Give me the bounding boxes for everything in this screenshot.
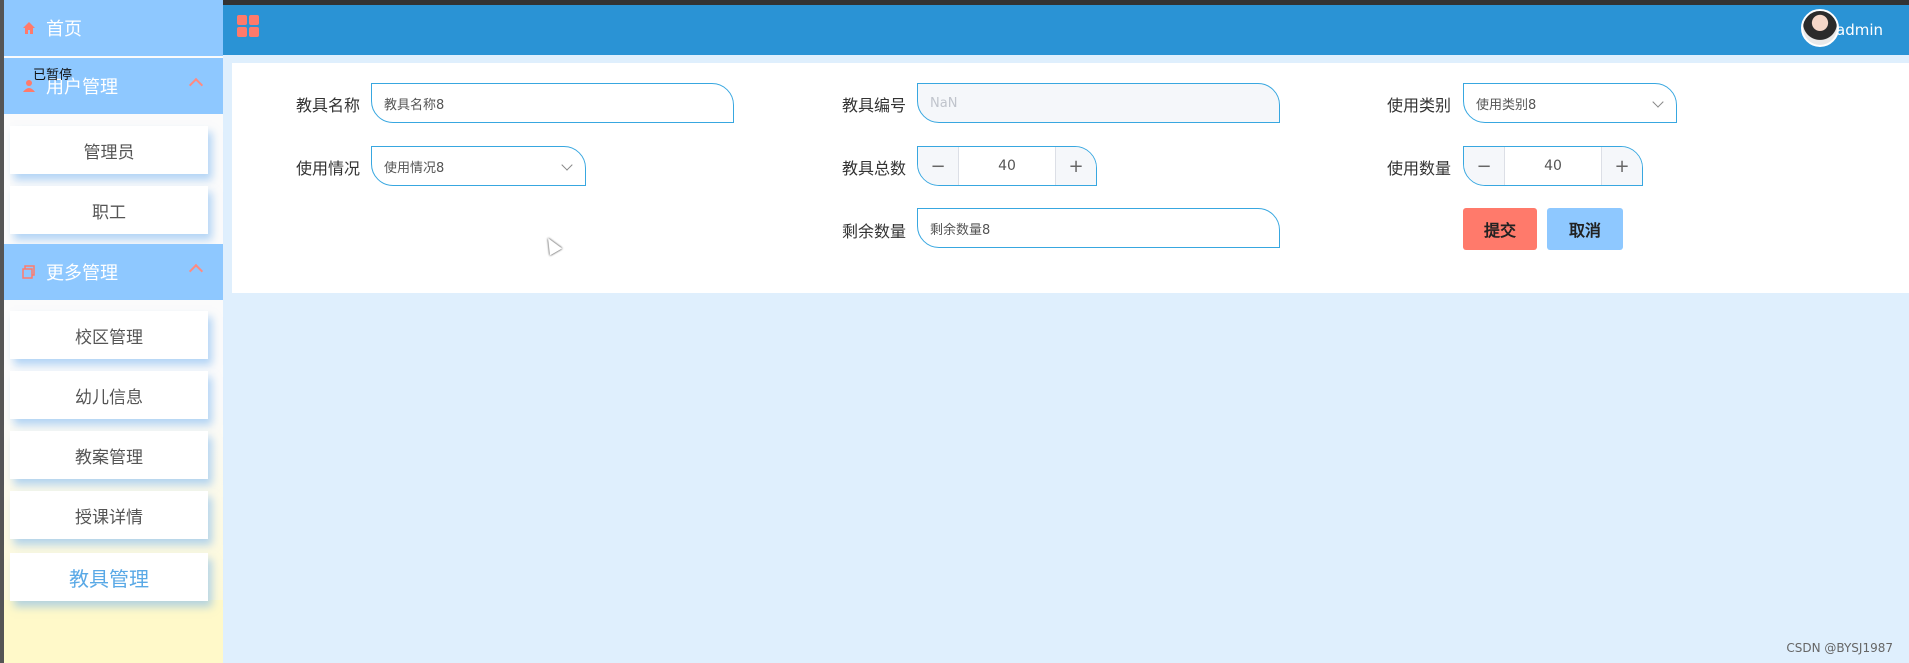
sidebar-group-more-management[interactable]: 更多管理 — [4, 244, 223, 300]
category-label: 使用类别 — [1386, 96, 1451, 115]
sidebar-item-label: 教具管理 — [69, 566, 149, 591]
submit-button[interactable]: 提交 — [1463, 208, 1537, 250]
sidebar-item-class-details[interactable]: 授课详情 — [10, 491, 208, 539]
sidebar-item-label: 首页 — [46, 19, 82, 40]
sidebar-item-label: 管理员 — [83, 142, 135, 163]
decrement-button[interactable]: − — [1464, 147, 1504, 185]
used-label: 使用数量 — [1386, 159, 1451, 178]
paused-tooltip: 已暂停 — [33, 68, 73, 83]
name-input[interactable]: 教具名称8 — [371, 83, 734, 123]
remain-label: 剩余数量 — [841, 222, 906, 241]
sidebar-footer — [4, 600, 223, 663]
user-name[interactable]: admin — [1836, 21, 1883, 39]
total-value[interactable]: 40 — [958, 147, 1056, 185]
chevron-down-icon — [1652, 96, 1664, 108]
cancel-button[interactable]: 取消 — [1547, 208, 1623, 250]
watermark: CSDN @BYSJ1987 — [1786, 641, 1893, 655]
sidebar-item-label: 教案管理 — [75, 447, 143, 468]
grid-icon[interactable] — [237, 15, 259, 37]
home-icon — [23, 22, 35, 34]
decrement-button[interactable]: − — [918, 147, 958, 185]
increment-button[interactable]: + — [1056, 147, 1096, 185]
chevron-up-icon — [188, 263, 204, 279]
code-label: 教具编号 — [841, 96, 906, 115]
category-select[interactable]: 使用类别8 — [1463, 83, 1677, 123]
sidebar-item-campus[interactable]: 校区管理 — [10, 311, 208, 359]
sidebar-item-children[interactable]: 幼儿信息 — [10, 371, 208, 419]
total-stepper[interactable]: − 40 + — [917, 146, 1097, 186]
avatar[interactable] — [1801, 9, 1839, 47]
sidebar-item-label: 职工 — [92, 202, 126, 223]
sidebar-item-admin[interactable]: 管理员 — [10, 126, 208, 174]
name-input-value: 教具名称8 — [384, 97, 445, 113]
category-select-value: 使用类别8 — [1476, 97, 1537, 113]
sidebar-item-lesson-plans[interactable]: 教案管理 — [10, 431, 208, 479]
total-label: 教具总数 — [841, 159, 906, 178]
chevron-down-icon — [561, 159, 573, 171]
sidebar-item-home[interactable]: 首页 — [4, 0, 223, 56]
chevron-up-icon — [188, 77, 204, 93]
usage-select[interactable]: 使用情况8 — [371, 146, 586, 186]
sidebar-item-staff[interactable]: 职工 — [10, 186, 208, 234]
top-header: admin — [223, 0, 1909, 55]
used-value[interactable]: 40 — [1504, 147, 1602, 185]
sidebar-group-label: 更多管理 — [46, 263, 118, 284]
remain-input[interactable]: 剩余数量8 — [917, 208, 1280, 248]
code-input-placeholder: NaN — [930, 95, 958, 111]
name-label: 教具名称 — [295, 96, 360, 115]
usage-label: 使用情况 — [295, 159, 360, 178]
used-stepper[interactable]: − 40 + — [1463, 146, 1643, 186]
sidebar-item-label: 校区管理 — [75, 327, 143, 348]
increment-button[interactable]: + — [1602, 147, 1642, 185]
sidebar-item-teaching-aids[interactable]: 教具管理 — [10, 553, 208, 601]
copy-icon — [22, 265, 35, 279]
code-input[interactable]: NaN — [917, 83, 1280, 123]
sidebar-item-label: 幼儿信息 — [75, 387, 143, 408]
sidebar-item-label: 授课详情 — [75, 507, 143, 528]
usage-select-value: 使用情况8 — [384, 160, 445, 176]
remain-input-value: 剩余数量8 — [930, 222, 991, 238]
